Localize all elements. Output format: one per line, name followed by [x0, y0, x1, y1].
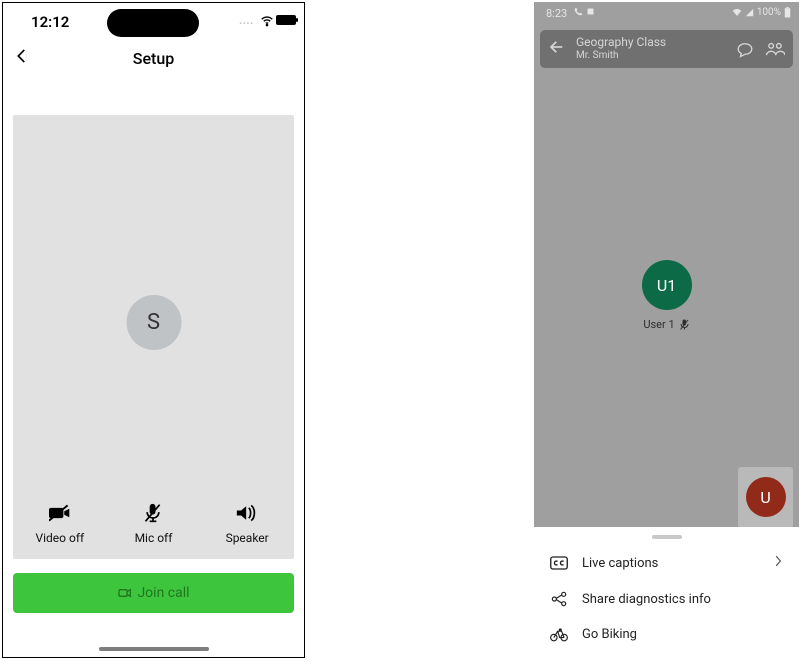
- bike-icon: [550, 628, 568, 642]
- join-call-label: Join call: [137, 585, 189, 601]
- battery-icon: [276, 15, 296, 25]
- mic-muted-icon: [679, 319, 690, 331]
- call-header: Geography Class Mr. Smith: [540, 30, 793, 68]
- video-toggle[interactable]: Video off: [20, 501, 100, 545]
- speaker-toggle-label: Speaker: [207, 531, 287, 545]
- menu-live-captions[interactable]: Live captions: [534, 545, 799, 581]
- video-off-icon: [20, 501, 100, 525]
- battery-percent: 100%: [757, 7, 781, 18]
- chevron-right-icon: [773, 555, 783, 571]
- speaker-toggle[interactable]: Speaker: [207, 501, 287, 545]
- status-icons-right: 100%: [732, 7, 791, 18]
- mic-off-icon: [113, 501, 193, 525]
- nav-bar: Setup: [3, 43, 304, 79]
- signal-icon: [745, 8, 754, 17]
- menu-label: Live captions: [582, 556, 759, 571]
- participant-name: User 1: [643, 318, 674, 331]
- self-video-pip[interactable]: U: [738, 467, 793, 527]
- participant-avatar: U1: [642, 260, 692, 310]
- chat-button[interactable]: [735, 40, 755, 58]
- wifi-icon: [260, 13, 274, 32]
- android-phone-frame: 8:23 100% Geography Class Mr. Smith: [534, 2, 799, 658]
- ios-phone-frame: 12:12 •••• Setup S Video off: [2, 2, 305, 658]
- status-bar: 8:23 100%: [534, 2, 799, 26]
- call-titles: Geography Class Mr. Smith: [576, 36, 725, 61]
- menu-label: Go Biking: [582, 627, 783, 642]
- share-icon: [550, 591, 568, 607]
- self-avatar: S: [126, 295, 181, 350]
- self-avatar-initial: S: [147, 310, 160, 335]
- participant-initials: U1: [657, 276, 676, 295]
- back-button[interactable]: [548, 38, 566, 60]
- video-toggle-label: Video off: [20, 531, 100, 545]
- page-title: Setup: [3, 43, 304, 68]
- dynamic-island: [107, 9, 199, 37]
- battery-icon: [784, 7, 791, 18]
- participant-tile[interactable]: U1 User 1: [534, 260, 799, 331]
- self-pip-avatar: U: [746, 477, 786, 517]
- join-call-button[interactable]: Join call: [13, 573, 294, 613]
- status-icons-left: [574, 7, 595, 16]
- speaker-icon: [207, 501, 287, 525]
- back-button[interactable]: [13, 47, 31, 69]
- captions-icon: [550, 556, 568, 570]
- wifi-icon: [732, 8, 742, 17]
- menu-go-biking[interactable]: Go Biking: [534, 617, 799, 652]
- dimmed-background[interactable]: 8:23 100% Geography Class Mr. Smith: [534, 2, 799, 527]
- call-subtitle: Mr. Smith: [576, 50, 725, 62]
- signal-dots: ••••: [239, 19, 254, 28]
- media-controls: Video off Mic off Speaker: [13, 501, 294, 545]
- bottom-sheet: Live captions Share diagnostics info Go …: [534, 527, 799, 658]
- status-time: 12:12: [31, 13, 69, 31]
- notification-icon: [586, 7, 595, 16]
- participant-name-row: User 1: [643, 318, 689, 331]
- status-bar: 12:12 ••••: [3, 3, 304, 43]
- menu-label: Share diagnostics info: [582, 592, 783, 607]
- home-indicator[interactable]: [99, 647, 209, 651]
- mic-toggle[interactable]: Mic off: [113, 501, 193, 545]
- menu-diagnostics[interactable]: Share diagnostics info: [534, 581, 799, 617]
- status-time: 8:23: [546, 7, 567, 20]
- call-title: Geography Class: [576, 36, 725, 50]
- participants-button[interactable]: [765, 40, 785, 58]
- phone-icon: [574, 7, 583, 16]
- self-pip-initial: U: [760, 488, 770, 507]
- sheet-handle[interactable]: [652, 535, 682, 539]
- mic-toggle-label: Mic off: [113, 531, 193, 545]
- video-preview: S Video off Mic off Speaker: [13, 115, 294, 559]
